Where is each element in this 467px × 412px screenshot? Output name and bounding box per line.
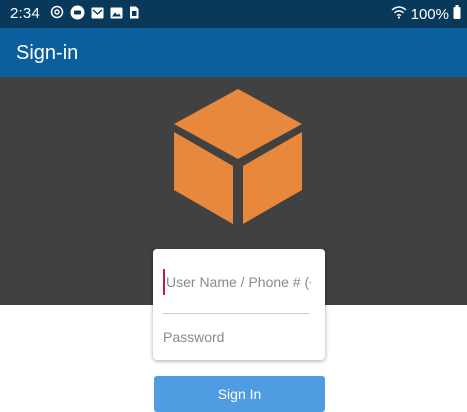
login-card — [153, 249, 325, 360]
system-status-icons: 100% — [391, 5, 461, 23]
sim-icon — [129, 6, 139, 23]
messenger-icon — [70, 5, 85, 24]
status-bar: 2:34 100% — [0, 0, 467, 28]
cube-icon — [171, 89, 306, 230]
at-icon — [50, 5, 64, 23]
sign-in-button[interactable]: Sign In — [154, 376, 325, 412]
email-icon — [91, 6, 104, 23]
battery-icon — [453, 5, 461, 23]
field-divider — [163, 313, 309, 314]
battery-level: 100% — [410, 5, 449, 23]
password-input[interactable] — [163, 324, 311, 350]
image-icon — [110, 6, 123, 23]
notification-icons — [50, 5, 139, 24]
status-time: 2:34 — [10, 5, 40, 22]
page-title: Sign-in — [16, 42, 79, 64]
app-bar: Sign-in — [0, 28, 467, 77]
username-input[interactable] — [163, 269, 311, 295]
wifi-icon — [391, 5, 407, 23]
